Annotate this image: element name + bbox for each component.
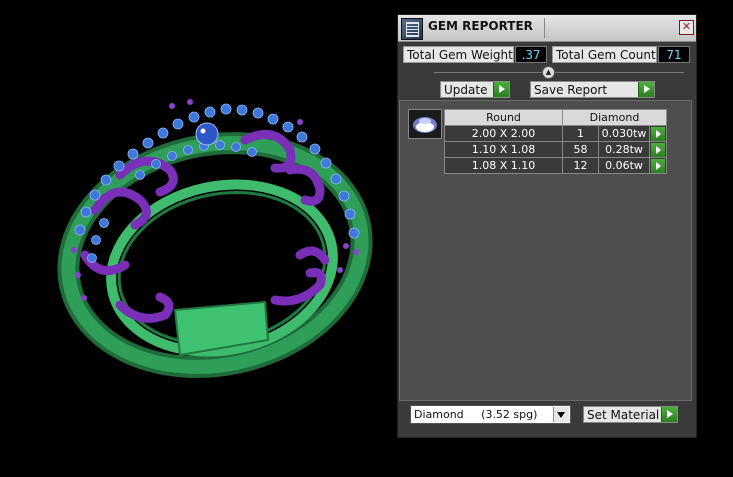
report-icon — [401, 18, 423, 40]
title-bar[interactable]: GEM REPORTER ✕ — [398, 15, 696, 42]
play-icon — [638, 82, 654, 97]
material-select[interactable]: Diamond (3.52 spg) — [410, 405, 571, 424]
play-icon — [493, 82, 509, 97]
total-gem-count-value: 71 — [658, 46, 690, 63]
table-row: 1.08 X 1.10 12 0.06tw — [444, 157, 667, 174]
close-icon[interactable]: ✕ — [679, 20, 694, 35]
3d-viewport[interactable] — [0, 0, 396, 477]
gem-count: 58 — [562, 141, 599, 158]
gem-table: Round Diamond 2.00 X 2.00 1 0.030tw 1.10… — [444, 109, 667, 174]
set-material-label: Set Material — [587, 408, 660, 422]
gem-reporter-panel: GEM REPORTER ✕ Total Gem Weight .37 Tota… — [397, 14, 697, 438]
set-material-button[interactable]: Set Material — [583, 406, 678, 423]
total-gem-weight-label: Total Gem Weight — [403, 46, 514, 63]
total-gem-weight-value: .37 — [515, 46, 547, 63]
play-icon — [651, 158, 665, 173]
gem-size: 2.00 X 2.00 — [444, 125, 563, 142]
play-icon — [651, 142, 665, 157]
row-select-button[interactable] — [649, 125, 667, 142]
section-divider — [434, 72, 684, 73]
save-report-button[interactable]: Save Report — [530, 81, 655, 98]
table-row: 2.00 X 2.00 1 0.030tw — [444, 125, 667, 142]
gem-count: 12 — [562, 157, 599, 174]
gem-weight: 0.030tw — [598, 125, 650, 142]
shape-header: Round — [444, 109, 563, 126]
collapse-icon[interactable]: ▲ — [542, 66, 555, 79]
gem-count: 1 — [562, 125, 599, 142]
panel-title: GEM REPORTER — [428, 19, 533, 33]
gem-size: 1.08 X 1.10 — [444, 157, 563, 174]
gem-weight: 0.06tw — [598, 157, 650, 174]
title-separator — [544, 18, 545, 38]
table-row: 1.10 X 1.08 58 0.28tw — [444, 141, 667, 158]
gem-weight: 0.28tw — [598, 141, 650, 158]
play-icon — [661, 407, 677, 422]
material-select-value: Diamond (3.52 spg) — [414, 408, 538, 421]
row-select-button[interactable] — [649, 157, 667, 174]
chevron-down-icon[interactable] — [553, 407, 569, 422]
ring-model — [57, 99, 373, 378]
save-report-label: Save Report — [534, 83, 608, 97]
update-button-label: Update — [444, 83, 488, 97]
row-select-button[interactable] — [649, 141, 667, 158]
update-button[interactable]: Update — [440, 81, 510, 98]
gem-size: 1.10 X 1.08 — [444, 141, 563, 158]
material-header: Diamond — [562, 109, 667, 126]
gem-report-area[interactable]: Round Diamond 2.00 X 2.00 1 0.030tw 1.10… — [399, 100, 692, 401]
round-gem-thumbnail[interactable] — [408, 109, 442, 139]
total-gem-count-label: Total Gem Count — [552, 46, 657, 63]
play-icon — [651, 126, 665, 141]
